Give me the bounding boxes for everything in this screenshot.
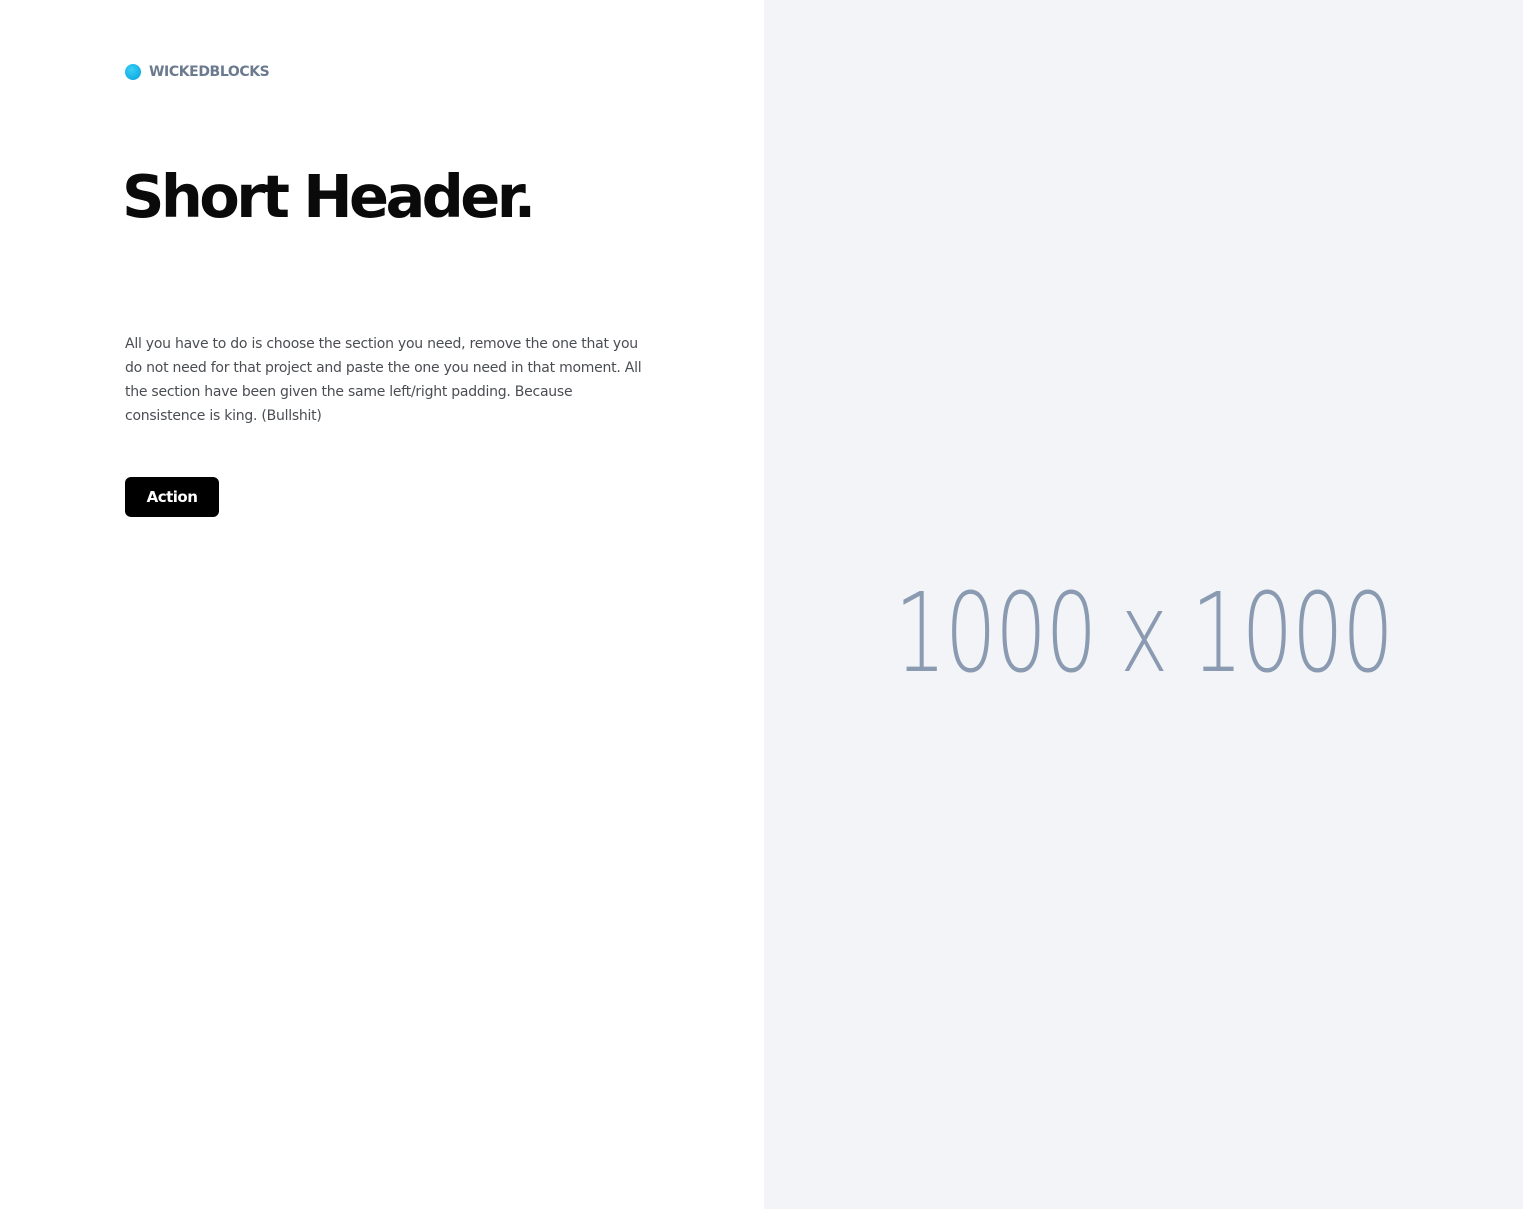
- hero-description: All you have to do is choose the section…: [125, 336, 642, 424]
- logo-dot-icon: [125, 64, 141, 80]
- placeholder-dimensions-label: 1000 x 1000: [894, 569, 1394, 697]
- page-title: Short Header.: [122, 162, 536, 231]
- action-button[interactable]: Action: [125, 477, 219, 517]
- brand-name: WICKEDBLOCKS: [149, 64, 270, 80]
- image-placeholder: 1000 x 1000: [764, 0, 1523, 1209]
- brand-logo[interactable]: WICKEDBLOCKS: [125, 63, 270, 81]
- content-column: WICKEDBLOCKS Short Header. All you have …: [0, 0, 764, 1209]
